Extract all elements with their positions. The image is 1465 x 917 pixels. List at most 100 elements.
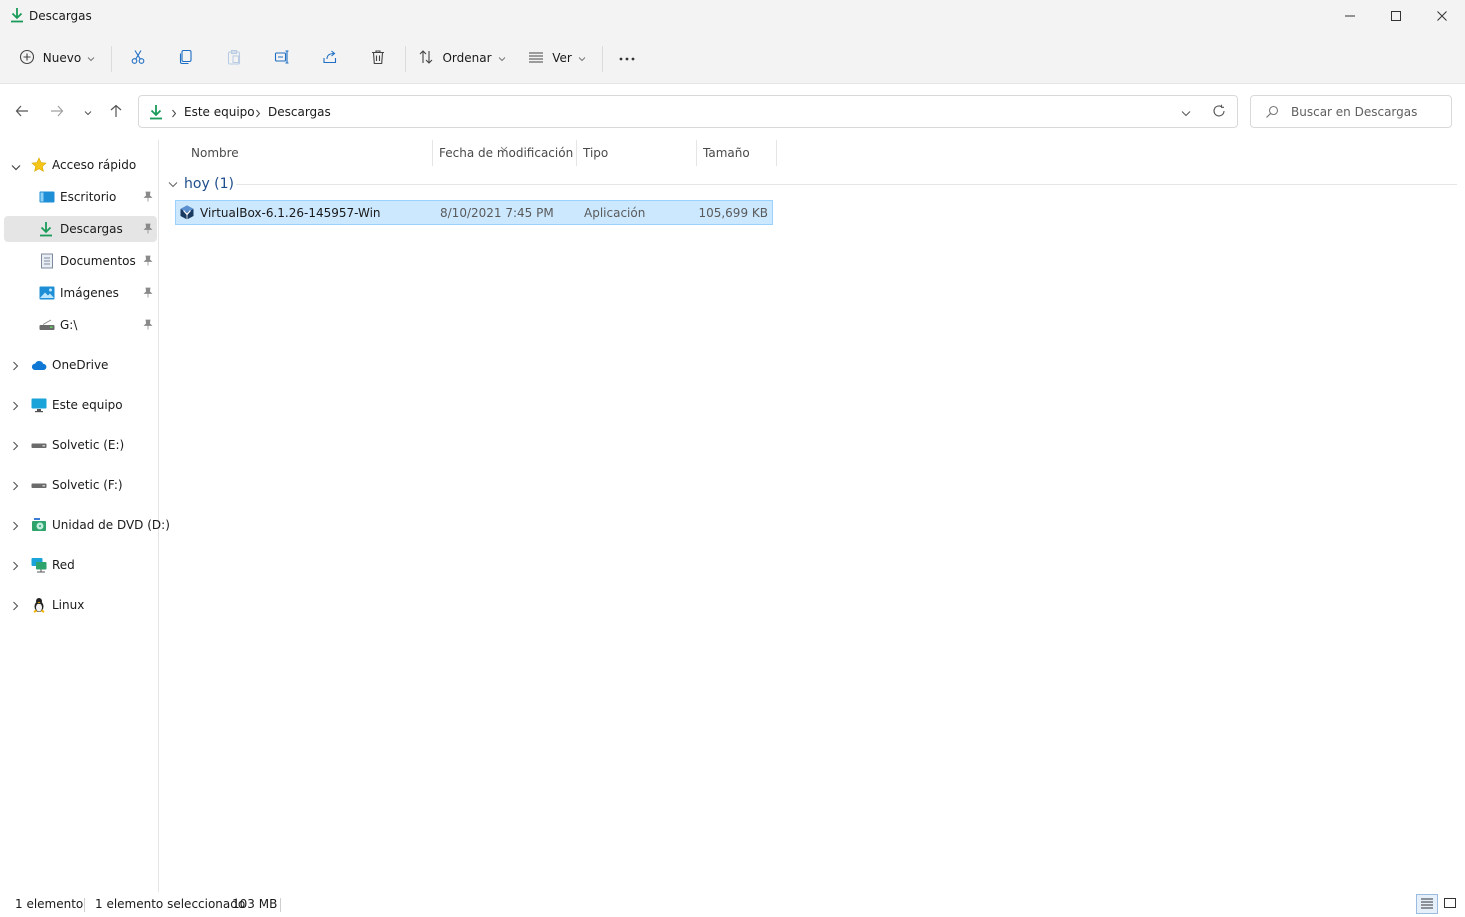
file-name: VirtualBox-6.1.26-145957-Win — [200, 206, 381, 220]
pin-icon — [143, 255, 153, 269]
group-header-today[interactable]: hoy (1) — [168, 176, 234, 192]
up-button[interactable] — [104, 100, 128, 124]
copy-icon — [178, 49, 194, 68]
sidebar-item-g-drive[interactable]: G:\ — [4, 312, 157, 338]
chevron-right-icon[interactable] — [12, 560, 19, 574]
sidebar-item-label: OneDrive — [52, 358, 109, 372]
cut-button[interactable] — [125, 42, 151, 74]
share-icon — [322, 49, 338, 68]
rename-button[interactable] — [269, 42, 295, 74]
drive-icon — [39, 317, 55, 333]
column-divider[interactable] — [776, 140, 777, 166]
search-icon — [1265, 105, 1279, 122]
refresh-icon[interactable] — [1212, 104, 1226, 121]
sidebar-item-label: Escritorio — [60, 190, 117, 204]
address-bar[interactable]: Este equipo Descargas — [138, 95, 1238, 128]
tiles-view-button[interactable] — [1439, 894, 1461, 914]
file-type: Aplicación — [584, 206, 646, 220]
chevron-right-icon[interactable] — [12, 400, 19, 414]
star-icon — [31, 157, 47, 173]
sidebar-item-este-equipo[interactable]: Este equipo — [4, 392, 157, 418]
sidebar-item-solvetic-e[interactable]: Solvetic (E:) — [4, 432, 157, 458]
sidebar-item-label: Solvetic (F:) — [52, 478, 123, 492]
sidebar-item-solvetic-f[interactable]: Solvetic (F:) — [4, 472, 157, 498]
close-button[interactable] — [1419, 0, 1465, 32]
sidebar-item-descargas[interactable]: Descargas — [4, 216, 157, 242]
pin-icon — [143, 287, 153, 301]
column-divider[interactable] — [576, 140, 577, 166]
breadcrumb-descargas[interactable]: Descargas — [268, 105, 331, 119]
column-divider[interactable] — [696, 140, 697, 166]
sidebar-item-label: Solvetic (E:) — [52, 438, 125, 452]
download-icon — [39, 221, 55, 237]
chevron-right-icon[interactable] — [12, 440, 19, 454]
sidebar-item-dvd-drive[interactable]: Unidad de DVD (D:) — [4, 512, 170, 538]
address-history-button[interactable] — [1181, 106, 1191, 120]
chevron-down-icon — [84, 105, 92, 119]
toolbar-divider — [405, 46, 406, 72]
pin-icon — [143, 191, 153, 205]
chevron-down-icon — [578, 51, 586, 65]
search-placeholder: Buscar en Descargas — [1291, 105, 1418, 119]
sidebar-item-red[interactable]: Red — [4, 552, 157, 578]
chevron-right-icon[interactable] — [12, 480, 19, 494]
sidebar-item-linux[interactable]: Linux — [4, 592, 157, 618]
sidebar-item-label: Documentos — [60, 254, 136, 268]
column-header-type[interactable]: Tipo — [583, 140, 608, 166]
column-header-size[interactable]: Tamaño — [703, 140, 750, 166]
toolbar-divider — [111, 46, 112, 72]
selection-count: 1 elemento seleccionado — [95, 897, 246, 911]
paste-button[interactable] — [221, 42, 247, 74]
column-divider[interactable] — [432, 140, 433, 166]
copy-button[interactable] — [173, 42, 199, 74]
sidebar-item-label: Este equipo — [52, 398, 123, 412]
toolbar-divider — [602, 46, 603, 72]
sidebar-item-label: Unidad de DVD (D:) — [52, 518, 170, 532]
status-divider — [280, 898, 281, 912]
details-view-icon — [1420, 897, 1434, 912]
chevron-right-icon[interactable] — [12, 360, 19, 374]
monitor-icon — [31, 397, 47, 413]
navigation-pane: Acceso rápido Escritorio Descargas Docum… — [0, 140, 170, 892]
sidebar-item-onedrive[interactable]: OneDrive — [4, 352, 157, 378]
sort-button[interactable]: Ordenar — [418, 42, 506, 74]
sidebar-item-documentos[interactable]: Documentos — [4, 248, 157, 274]
maximize-button[interactable] — [1373, 0, 1419, 32]
drive-icon — [31, 477, 47, 493]
forward-button[interactable] — [45, 100, 69, 124]
file-date: 8/10/2021 7:45 PM — [440, 206, 554, 220]
chevron-down-icon — [87, 51, 95, 65]
search-input[interactable]: Buscar en Descargas — [1250, 95, 1452, 128]
sidebar-item-escritorio[interactable]: Escritorio — [4, 184, 157, 210]
column-header-name[interactable]: Nombre — [191, 140, 239, 166]
details-view-button[interactable] — [1416, 894, 1438, 914]
pin-icon — [143, 319, 153, 333]
chevron-right-icon — [255, 107, 261, 121]
chevron-down-icon — [498, 51, 506, 65]
delete-button[interactable] — [365, 42, 391, 74]
sidebar-item-label: G:\ — [60, 318, 78, 332]
minimize-button[interactable] — [1327, 0, 1373, 32]
view-button[interactable]: Ver — [526, 42, 588, 74]
status-divider — [84, 898, 85, 912]
dvd-icon — [31, 517, 47, 533]
column-header-date[interactable]: Fecha de modificación — [439, 140, 573, 166]
window-title: Descargas — [29, 9, 92, 23]
more-options-button[interactable] — [613, 42, 641, 74]
recent-locations-button[interactable] — [76, 100, 100, 124]
linux-icon — [31, 597, 47, 613]
share-button[interactable] — [317, 42, 343, 74]
back-button[interactable] — [10, 100, 34, 124]
sidebar-item-imagenes[interactable]: Imágenes — [4, 280, 157, 306]
chevron-right-icon[interactable] — [12, 600, 19, 614]
new-button[interactable]: Nuevo — [14, 42, 100, 74]
sidebar-item-quick-access[interactable]: Acceso rápido — [4, 152, 157, 178]
file-row[interactable]: VirtualBox-6.1.26-145957-Win 8/10/2021 7… — [175, 200, 773, 225]
file-size: 105,699 KB — [698, 206, 768, 220]
new-label: Nuevo — [42, 51, 82, 65]
chevron-down-icon[interactable] — [11, 160, 21, 174]
sidebar-item-label: Descargas — [60, 222, 123, 236]
paste-icon — [226, 49, 242, 68]
breadcrumb-este-equipo[interactable]: Este equipo — [184, 105, 255, 119]
chevron-right-icon[interactable] — [12, 520, 19, 534]
